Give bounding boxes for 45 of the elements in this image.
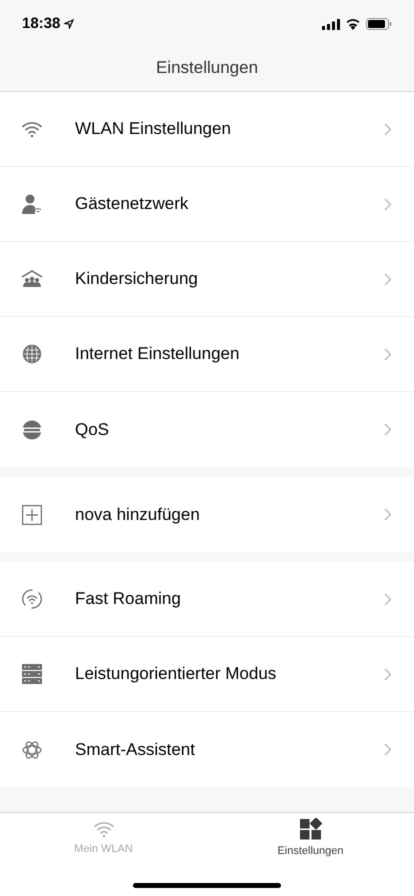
row-label: WLAN Einstellungen	[75, 118, 232, 140]
chevron-right-icon	[384, 122, 392, 136]
row-label: Gästenetzwerk	[75, 193, 190, 216]
location-arrow-icon	[64, 19, 74, 29]
settings-row[interactable]: Internet Einstellungen	[0, 317, 414, 392]
grid-icon	[300, 818, 322, 840]
settings-row[interactable]: QoS	[0, 392, 414, 467]
family-house-icon	[20, 269, 42, 289]
chevron-right-icon	[384, 668, 392, 680]
row-label: Kindersicherung	[75, 268, 199, 290]
chevron-right-icon	[384, 272, 392, 286]
row-label: Leistungorientierter Modus	[75, 663, 278, 686]
server-icon	[22, 664, 42, 684]
chevron-right-icon	[384, 508, 392, 521]
row-label: Fast Roaming	[75, 588, 182, 610]
row-label: nova hinzufügen	[75, 504, 201, 526]
wifi-icon	[92, 820, 114, 838]
settings-row[interactable]: Gästenetzwerk	[0, 167, 414, 242]
row-label: Smart-Assistent	[75, 738, 196, 761]
chevron-right-icon	[384, 198, 392, 210]
settings-row[interactable]: nova hinzufügen	[0, 477, 414, 552]
chevron-right-icon	[384, 348, 392, 360]
globe-icon	[22, 344, 42, 364]
add-square-icon	[22, 504, 42, 524]
status-time: 18:38	[22, 14, 60, 34]
settings-row[interactable]: WLAN Einstellungen	[0, 92, 414, 167]
chevron-right-icon	[384, 592, 392, 606]
chevron-right-icon	[384, 743, 392, 756]
tab-bar-item[interactable]: Einstellungen	[207, 813, 414, 865]
wifi-sync-icon	[20, 588, 42, 610]
person-wifi-icon	[20, 193, 42, 215]
atom-icon	[22, 740, 42, 760]
settings-row[interactable]: Leistungorientierter Modus	[0, 637, 414, 712]
signal-icon	[322, 18, 340, 30]
battery-icon	[366, 18, 392, 30]
settings-row[interactable]: Fast Roaming	[0, 562, 414, 637]
wifi-icon	[345, 18, 361, 30]
row-label: QoS	[75, 418, 110, 441]
header-title: Einstellungen	[156, 56, 258, 79]
row-label: Internet Einstellungen	[75, 343, 240, 366]
wifi-icon	[20, 120, 42, 138]
chevron-right-icon	[384, 423, 392, 436]
settings-row[interactable]: Smart-Assistent	[0, 712, 414, 787]
settings-row[interactable]: Kindersicherung	[0, 242, 414, 317]
qos-icon	[20, 420, 42, 440]
